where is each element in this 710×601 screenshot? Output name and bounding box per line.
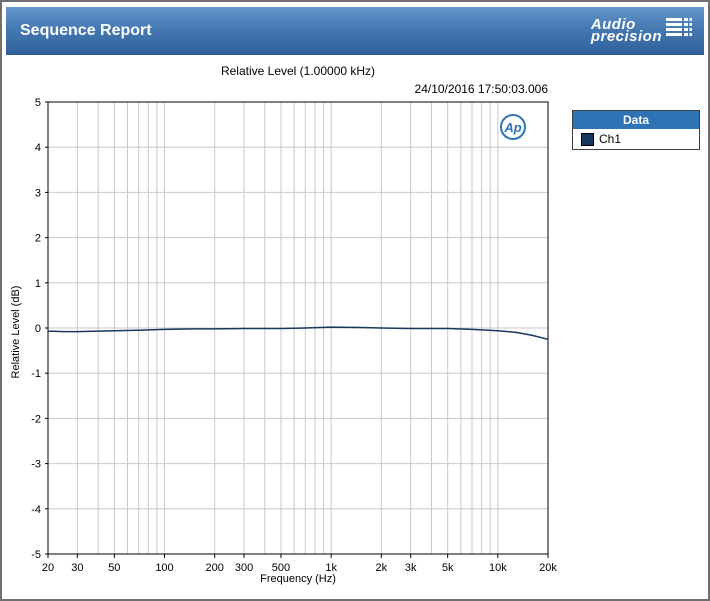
svg-text:4: 4	[35, 142, 41, 154]
x-axis-label: Frequency (Hz)	[48, 573, 548, 585]
ap-logo-icon: Ap	[500, 114, 526, 140]
frequency-response-plot: -5-4-3-2-10123452030501002003005001k2k3k…	[8, 98, 564, 580]
chart-timestamp: 24/10/2016 17:50:03.006	[48, 82, 548, 96]
audio-precision-logo: Audio precision	[591, 18, 704, 44]
logo-word-precision: precision	[591, 30, 662, 44]
report-header: Sequence Report Audio precision	[6, 7, 704, 55]
legend: Data Ch1	[572, 110, 700, 150]
logo-bars-icon	[666, 18, 692, 36]
legend-items: Ch1	[573, 129, 699, 149]
legend-swatch	[581, 133, 594, 146]
svg-text:-5: -5	[31, 549, 41, 561]
svg-text:0: 0	[35, 323, 41, 335]
logo-text: Audio precision	[591, 18, 662, 44]
svg-text:-3: -3	[31, 459, 41, 471]
page-title: Sequence Report	[6, 22, 152, 40]
svg-text:-2: -2	[31, 413, 41, 425]
svg-text:5: 5	[35, 98, 41, 109]
chart-title: Relative Level (1.00000 kHz)	[48, 64, 548, 78]
svg-text:2: 2	[35, 233, 41, 245]
legend-item: Ch1	[573, 129, 699, 149]
legend-header: Data	[573, 111, 699, 129]
svg-text:3: 3	[35, 187, 41, 199]
legend-item-label: Ch1	[599, 132, 621, 146]
svg-text:1: 1	[35, 278, 41, 290]
svg-text:-4: -4	[31, 504, 41, 516]
sequence-report-window: Sequence Report Audio precision Relative…	[0, 0, 710, 601]
svg-text:-1: -1	[31, 368, 41, 380]
